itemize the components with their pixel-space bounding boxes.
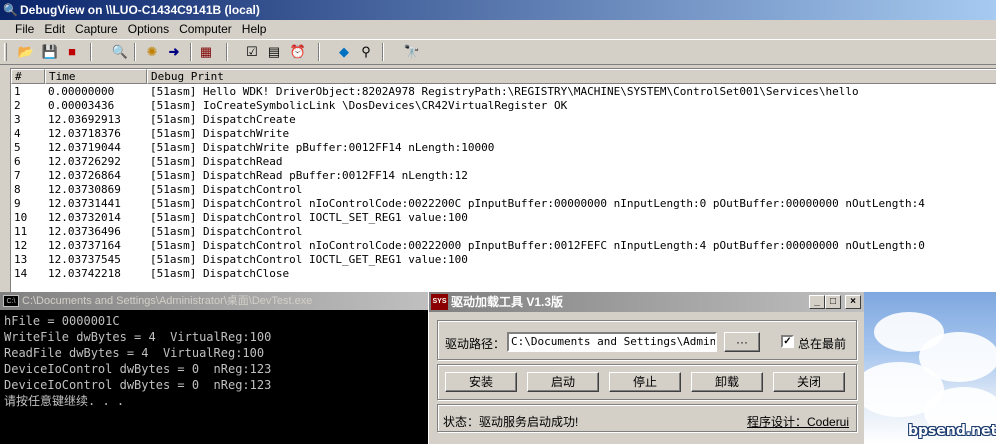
minimize-icon[interactable]: _ xyxy=(809,295,825,309)
table-row[interactable]: 5 12.03719044 [51asm] DispatchWrite pBuffe… xyxy=(11,141,996,155)
debugview-titlebar[interactable]: 🔍 DebugView on \\LUO-C1434C9141B (local) xyxy=(0,0,996,20)
toolbar: 📂 💾 ■ 🔍 ✺ ➜ ▦ ☑ ▤ ⏰ ◆ ⚲ 🔭 xyxy=(0,39,996,65)
hide-icon[interactable]: ⚲ xyxy=(356,43,376,61)
console-title: C:\Documents and Settings\Administrator\… xyxy=(22,295,313,307)
loader-titlebar[interactable]: SYS 驱动加载工具 V1.3版 _ □ × xyxy=(429,292,865,312)
menu-help[interactable]: Help xyxy=(237,20,272,39)
console-line: hFile = 0000001C xyxy=(4,314,120,328)
find-icon[interactable]: 🔍 xyxy=(110,43,130,61)
table-row[interactable]: 2 0.00003436 [51asm] IoCreateSymbolicLink … xyxy=(11,99,996,113)
driver-path-input[interactable]: C:\Documents and Settings\Administ xyxy=(507,332,717,352)
status-text: 状态：驱动服务启动成功! xyxy=(443,415,579,429)
console-output[interactable]: hFile = 0000001C WriteFile dwBytes = 4 V… xyxy=(4,313,428,409)
highlight-icon[interactable]: ▦ xyxy=(196,43,216,61)
toolbar-separator xyxy=(226,43,228,61)
always-on-top-label: 总在最前 xyxy=(798,337,847,351)
console-window: C:\ C:\Documents and Settings\Administra… xyxy=(0,292,430,444)
maximize-icon[interactable]: □ xyxy=(825,295,841,309)
autoscroll-icon[interactable]: ➜ xyxy=(164,43,184,61)
loader-title: 驱动加载工具 V1.3版 xyxy=(451,295,564,309)
toolbar-separator xyxy=(190,43,192,61)
toolbar-separator xyxy=(318,43,320,61)
install-button[interactable]: 安装 xyxy=(445,372,517,392)
console-line: ReadFile dwBytes = 4 VirtualReg:100 xyxy=(4,346,265,360)
clock-icon[interactable]: ⏰ xyxy=(288,43,308,61)
table-row[interactable]: 4 12.03718376 [51asm] DispatchWrite xyxy=(11,127,996,141)
stop-button[interactable]: 停止 xyxy=(609,372,681,392)
table-row[interactable]: 9 12.03731441 [51asm] DispatchControl nIoC… xyxy=(11,197,996,211)
close-icon[interactable]: × xyxy=(845,295,861,309)
column-header-debug-print[interactable]: Debug Print xyxy=(147,69,996,84)
list-header: # Time Debug Print xyxy=(11,69,996,84)
find-next-icon[interactable]: 🔭 xyxy=(402,43,422,61)
table-row[interactable]: 6 12.03726292 [51asm] DispatchRead xyxy=(11,155,996,169)
properties-icon[interactable]: ◆ xyxy=(334,43,354,61)
menu-options[interactable]: Options xyxy=(123,20,174,39)
menu-computer[interactable]: Computer xyxy=(174,20,237,39)
console-line: 请按任意键继续. . . xyxy=(4,394,125,408)
console-icon: C:\ xyxy=(3,295,19,307)
toolbar-separator xyxy=(382,43,384,61)
table-row[interactable]: 13 12.03737545 [51asm] DispatchControl IOC… xyxy=(11,253,996,267)
console-line: DeviceIoControl dwBytes = 0 nReg:123 xyxy=(4,362,272,376)
column-header-number[interactable]: # xyxy=(11,69,45,84)
table-row[interactable]: 1 0.00000000 [51asm] Hello WDK! DriverObje… xyxy=(11,85,996,99)
menu-edit[interactable]: Edit xyxy=(39,20,70,39)
filter-icon[interactable]: ☑ xyxy=(242,43,262,61)
menu-capture[interactable]: Capture xyxy=(70,20,123,39)
toolbar-separator xyxy=(90,43,92,61)
driver-loader-window: SYS 驱动加载工具 V1.3版 _ □ × 驱动路径： C:\Document… xyxy=(428,292,865,444)
toolbar-grip xyxy=(4,43,7,61)
history-icon[interactable]: ▤ xyxy=(264,43,284,61)
table-row[interactable]: 14 12.03742218 [51asm] DispatchClose xyxy=(11,267,996,281)
console-line: WriteFile dwBytes = 4 VirtualReg:100 xyxy=(4,330,272,344)
sys-icon: SYS xyxy=(431,294,448,310)
column-header-time[interactable]: Time xyxy=(45,69,147,84)
path-label: 驱动路径： xyxy=(445,337,506,351)
table-row[interactable]: 12 12.03737164 [51asm] DispatchControl nIo… xyxy=(11,239,996,253)
desktop-background: bpsend.net xyxy=(864,292,996,444)
browse-button[interactable]: ··· xyxy=(724,332,760,352)
menu-bar: File Edit Capture Options Computer Help xyxy=(0,20,996,39)
capture-icon[interactable]: ✺ xyxy=(142,43,162,61)
menu-file[interactable]: File xyxy=(10,20,39,39)
always-on-top-checkbox[interactable]: ✓ xyxy=(781,335,794,348)
table-row[interactable]: 8 12.03730869 [51asm] DispatchControl xyxy=(11,183,996,197)
console-titlebar[interactable]: C:\ C:\Documents and Settings\Administra… xyxy=(0,292,430,310)
credit-link[interactable]: 程序设计：Coderui xyxy=(747,413,849,430)
list-rows: 1 0.00000000 [51asm] Hello WDK! DriverObje… xyxy=(11,85,996,281)
debugview-title: DebugView on \\LUO-C1434C9141B (local) xyxy=(20,3,260,17)
table-row[interactable]: 11 12.03736496 [51asm] DispatchControl xyxy=(11,225,996,239)
clear-icon[interactable]: ■ xyxy=(62,43,82,61)
save-icon[interactable]: 💾 xyxy=(40,43,60,61)
magnifier-icon: 🔍 xyxy=(3,3,18,17)
watermark: bpsend.net xyxy=(908,423,996,439)
uninstall-button[interactable]: 卸载 xyxy=(691,372,763,392)
console-line: DeviceIoControl dwBytes = 0 nReg:123 xyxy=(4,378,272,392)
toolbar-separator xyxy=(134,43,136,61)
debugview-window: 🔍 DebugView on \\LUO-C1434C9141B (local)… xyxy=(0,0,996,292)
table-row[interactable]: 10 12.03732014 [51asm] DispatchControl IOC… xyxy=(11,211,996,225)
close-button[interactable]: 关闭 xyxy=(773,372,845,392)
open-icon[interactable]: 📂 xyxy=(16,43,36,61)
start-button[interactable]: 启动 xyxy=(527,372,599,392)
table-row[interactable]: 3 12.03692913 [51asm] DispatchCreate xyxy=(11,113,996,127)
table-row[interactable]: 7 12.03726864 [51asm] DispatchRead pBuffer… xyxy=(11,169,996,183)
debug-output-list[interactable]: # Time Debug Print 1 0.00000000 [51asm] He… xyxy=(10,68,996,292)
